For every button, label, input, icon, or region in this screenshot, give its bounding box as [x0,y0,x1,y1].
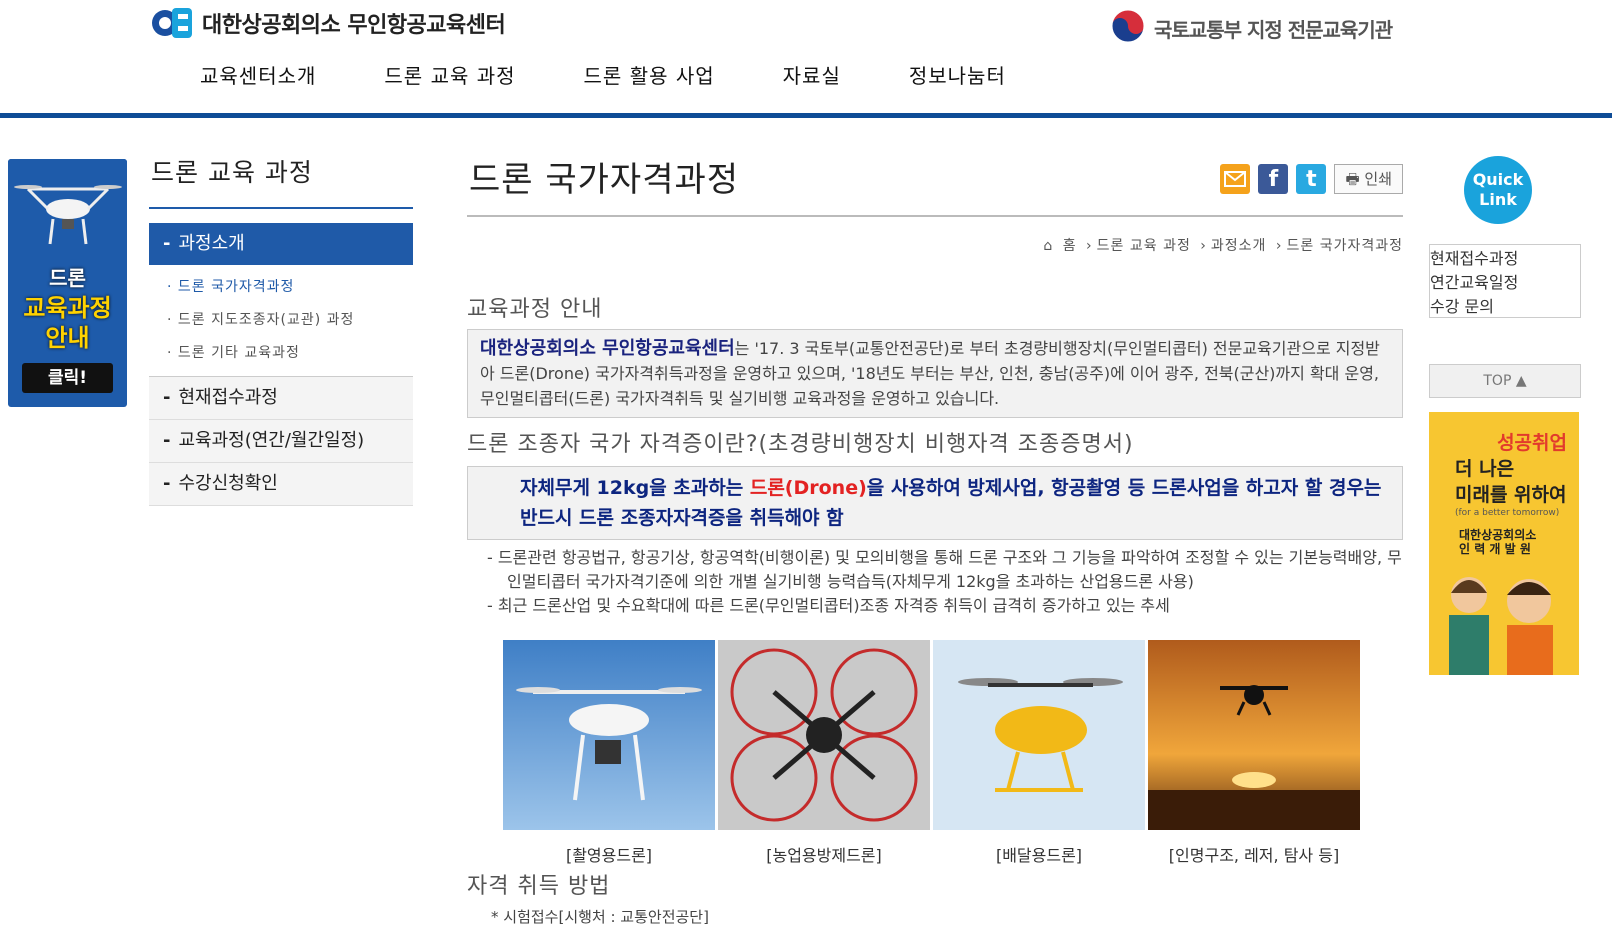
banner-org-line-2: 인 력 개 발 원 [1459,542,1531,556]
banner-org: 대한상공회의소 인 력 개 발 원 [1459,528,1536,556]
intro-org-name: 대한상공회의소 무인항공교육센터 [480,338,735,359]
nav-item-drone-business[interactable]: 드론 활용 사업 [584,60,715,89]
banner-click-button[interactable]: 클릭! [22,363,113,393]
twitter-share-icon[interactable]: t [1296,164,1327,194]
korea-emblem-icon [1110,8,1146,48]
banner-line-1: 드론 [49,266,86,290]
banner-org-line-1: 대한상공회의소 [1459,528,1537,542]
alert-text-pre: 자체무게 12kg을 초과하는 [520,477,750,499]
banner-tagline: (for a better tomorrow) [1455,508,1560,518]
quick-link-annual-schedule[interactable]: 연간교육일정 [1430,269,1580,293]
submenu-item-national-cert[interactable]: · 드론 국가자격과정 [167,271,413,304]
list-item: - 최근 드론산업 및 수요확대에 따른 드론(무인멀티콥터)조종 자격증 취득… [487,596,1170,615]
intro-box: 대한상공회의소 무인항공교육센터는 '17. 3 국토부(교통안전공단)로 부터… [467,329,1403,418]
photo-card: [인명구조, 레저, 탐사 등] [1148,640,1360,866]
quick-link-current-courses[interactable]: 현재접수과정 [1430,245,1580,269]
submenu-label: 드론 지도조종자(교관) 과정 [177,312,355,328]
section-title-course-guide: 교육과정 안내 [467,297,603,322]
email-share-icon[interactable] [1220,164,1251,194]
banner-line-2: 교육과정 [23,294,112,322]
course-guide-banner[interactable]: 드론 교육과정 안내 클릭! [8,159,127,407]
sidebar-item-label: 교육과정(연간/월간일정) [178,430,365,451]
filming-drone-image [503,640,715,830]
photo-card: [배달용드론] [933,640,1145,866]
banner-sub-line-1: 더 나은 [1455,458,1515,480]
agricultural-drone-image [718,640,930,830]
print-label: 인쇄 [1364,170,1392,188]
photo-caption: [배달용드론] [995,846,1083,865]
share-toolbar: f t 🖶 인쇄 [1220,164,1403,194]
sidebar: 드론 교육 과정 - 과정소개 · 드론 국가자격과정 · 드론 지도조종자(교관… [149,147,413,506]
section-title-acquisition: 자격 취득 방법 [467,874,611,899]
main-nav: 교육센터소개 드론 교육 과정 드론 활용 사업 자료실 정보나눔터 [200,60,1074,89]
chamber-logo-icon [150,4,194,42]
drone-photo-gallery: [촬영용드론] [농업용방제드론] [배달용드론] [인명구조, 레저, 탐사 … [503,640,1403,866]
breadcrumb: ⌂ 홈 › 드론 교육 과정 › 과정소개 › 드론 국가자격과정 [1043,238,1404,254]
submenu-label: 드론 국가자격과정 [177,279,295,295]
worker-illustration-icon [1449,577,1553,675]
photo-caption: [농업용방제드론] [766,846,882,865]
list-item: - 드론관련 항공법규, 항공기상, 항공역학(비행이론) 및 모의비행을 통해… [487,548,1402,591]
sidebar-submenu: · 드론 국가자격과정 · 드론 지도조종자(교관) 과정 · 드론 기타 교육… [149,265,413,377]
drone-illustration-icon [8,159,127,259]
ministry-badge: 국토교통부 지정 전문교육기관 [1110,8,1393,48]
breadcrumb-item[interactable]: 과정소개 [1211,238,1267,254]
submenu-item-other[interactable]: · 드론 기타 교육과정 [167,337,413,370]
banner-line-3: 안내 [45,324,90,352]
nav-item-resources[interactable]: 자료실 [783,60,841,89]
print-button[interactable]: 🖶 인쇄 [1334,164,1403,194]
home-icon[interactable]: ⌂ [1043,238,1053,254]
info-bullet-list: - 드론관련 항공법규, 항공기상, 항공역학(비행이론) 및 모의비행을 통해… [467,546,1403,618]
nav-item-drone-courses[interactable]: 드론 교육 과정 [384,60,515,89]
quick-link-list: 현재접수과정 연간교육일정 수강 문의 [1429,244,1581,318]
quick-link-inquiry[interactable]: 수강 문의 [1430,293,1580,317]
quick-link-label-2: Link [1479,190,1517,209]
main-content: 드론 국가자격과정 f t 🖶 인쇄 ⌂ 홈 › 드론 교육 과정 › 과정소개 ›… [467,150,1403,927]
ministry-text: 국토교통부 지정 전문교육기관 [1154,17,1393,42]
submenu-label: 드론 기타 교육과정 [177,345,300,361]
sidebar-item-schedule[interactable]: - 교육과정(연간/월간일정) [149,420,413,463]
section-title-license: 드론 조종자 국가 자격증이란?(초경량비행장치 비행자격 조종증명서) [467,432,1134,457]
header-divider [0,113,1612,118]
breadcrumb-item[interactable]: 드론 교육 과정 [1097,238,1191,254]
banner-subheading: 더 나은 미래를 위하여 [1455,456,1567,508]
sidebar-title: 드론 교육 과정 [149,147,413,209]
site-header: 대한상공회의소 무인항공교육센터 국토교통부 지정 전문교육기관 교육센터소개 … [0,0,1612,118]
quick-link-badge: Quick Link [1464,156,1532,224]
site-logo[interactable]: 대한상공회의소 무인항공교육센터 [150,4,506,42]
acquisition-note: * 시험접수[시행처 : 교통안전공단] [491,908,709,926]
photo-card: [촬영용드론] [503,640,715,866]
banner-heading: 성공취업 [1497,432,1567,454]
license-alert-box: 자체무게 12kg을 초과하는 드론(Drone)을 사용하여 방제사업, 항공… [467,466,1403,540]
rescue-drone-image [1148,640,1360,830]
photo-caption: [촬영용드론] [565,846,653,865]
alert-highlight: 드론(Drone) [749,477,867,499]
photo-card: [농업용방제드론] [718,640,930,866]
submenu-item-instructor[interactable]: · 드론 지도조종자(교관) 과정 [167,304,413,337]
scroll-top-button[interactable]: TOP ▲ [1429,364,1581,398]
banner-text: 드론 교육과정 안내 [8,263,127,353]
logo-text: 대한상공회의소 무인항공교육센터 [202,13,506,38]
employment-banner[interactable]: 성공취업 더 나은 미래를 위하여 (for a better tomorrow… [1429,412,1579,675]
nav-item-center-intro[interactable]: 교육센터소개 [200,60,316,89]
delivery-drone-image [933,640,1145,830]
sidebar-item-label: 현재접수과정 [178,387,278,408]
quick-link-label-1: Quick [1472,170,1524,189]
nav-item-info-share[interactable]: 정보나눔터 [909,60,1006,89]
sidebar-item-course-intro[interactable]: - 과정소개 [149,223,413,265]
breadcrumb-item[interactable]: 홈 [1063,238,1077,254]
sidebar-item-label: 과정소개 [178,233,245,254]
photo-caption: [인명구조, 레저, 탐사 등] [1168,846,1340,865]
facebook-share-icon[interactable]: f [1258,164,1289,194]
sidebar-item-enroll-check[interactable]: - 수강신청확인 [149,463,413,506]
sidebar-item-current-courses[interactable]: - 현재접수과정 [149,377,413,420]
banner-sub-line-2: 미래를 위하여 [1455,484,1567,506]
breadcrumb-item[interactable]: 드론 국가자격과정 [1287,238,1404,254]
sidebar-item-label: 수강신청확인 [178,473,278,494]
print-icon: 🖶 [1345,170,1360,188]
